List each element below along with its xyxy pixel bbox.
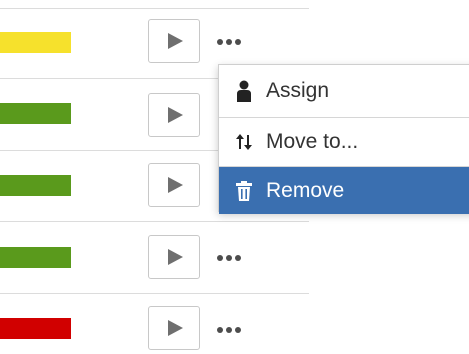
status-bar <box>0 318 71 339</box>
status-bar <box>0 247 71 268</box>
status-bar <box>0 175 71 196</box>
status-bar <box>0 32 71 53</box>
play-button[interactable] <box>148 306 200 350</box>
table-row <box>0 222 309 292</box>
task-list: Assign Move to... Remove <box>0 0 469 354</box>
context-menu: Assign Move to... Remove <box>218 64 469 214</box>
play-icon <box>168 249 183 265</box>
play-icon <box>168 33 183 49</box>
play-button[interactable] <box>148 19 200 63</box>
more-options-button[interactable] <box>217 35 247 49</box>
menu-item-label: Remove <box>266 178 345 202</box>
trash-icon <box>236 180 252 201</box>
more-options-button[interactable] <box>217 323 247 337</box>
menu-item-assign[interactable]: Assign <box>219 67 469 114</box>
more-icon <box>217 255 223 261</box>
menu-item-label: Assign <box>266 78 330 102</box>
swap-arrows-icon <box>236 133 252 150</box>
person-icon <box>237 80 251 102</box>
more-options-button[interactable] <box>217 251 247 265</box>
play-button[interactable] <box>148 235 200 279</box>
menu-item-move-to[interactable]: Move to... <box>219 118 469 165</box>
menu-item-remove[interactable]: Remove <box>219 167 469 214</box>
play-icon <box>168 320 183 336</box>
play-button[interactable] <box>148 93 200 137</box>
play-icon <box>168 107 183 123</box>
table-row <box>0 294 309 354</box>
play-icon <box>168 177 183 193</box>
more-icon <box>217 39 223 45</box>
play-button[interactable] <box>148 163 200 207</box>
menu-item-label: Move to... <box>266 129 359 153</box>
status-bar <box>0 103 71 124</box>
more-icon <box>217 327 223 333</box>
